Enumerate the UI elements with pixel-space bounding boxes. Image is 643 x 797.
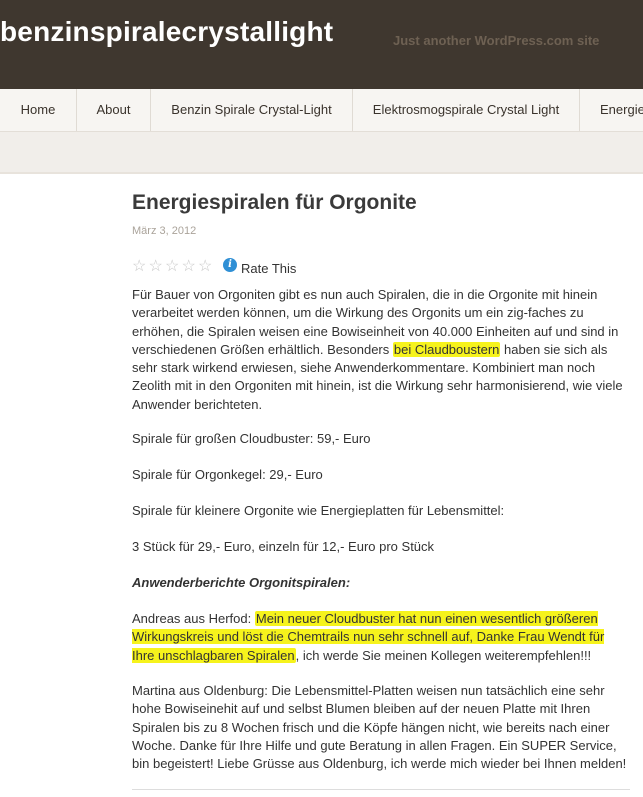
star-rating[interactable]: ☆ ☆ ☆ ☆ ☆ (132, 258, 215, 276)
nav-item-energie[interactable]: Energie (580, 89, 643, 131)
review-martina: Martina aus Oldenburg: Die Lebensmittel-… (132, 683, 627, 772)
nav-item-home[interactable]: Home (0, 89, 77, 131)
rate-this-label: Rate This (241, 261, 297, 276)
reviews-heading: Anwenderberichte Orgonitspiralen: (132, 575, 351, 590)
site-tagline: Just another WordPress.com site (393, 33, 600, 48)
review-andreas: Andreas aus Herfod: Mein neuer Cloudbust… (132, 610, 630, 665)
nav-item-about[interactable]: About (77, 89, 151, 131)
header-band (0, 132, 643, 172)
main-navigation: Home About Benzin Spirale Crystal-Light … (0, 89, 643, 132)
site-title[interactable]: benzinspiralecrystallight (0, 16, 333, 48)
review-andreas-author: Andreas aus Herfod: (132, 611, 255, 626)
review-andreas-text: , ich werde Sie meinen Kollegen weiterem… (295, 647, 592, 663)
star-icon[interactable]: ☆ (182, 259, 199, 275)
intro-highlight: bei Claudboustern (392, 341, 501, 357)
post-divider (132, 789, 630, 790)
price-line-cloudbuster: Spirale für großen Cloudbuster: 59,- Eur… (132, 431, 371, 446)
info-icon[interactable]: i (223, 258, 237, 272)
star-icon[interactable]: ☆ (165, 259, 182, 275)
price-line-orgonkegel: Spirale für Orgonkegel: 29,- Euro (132, 467, 323, 482)
nav-item-benzin-spirale[interactable]: Benzin Spirale Crystal-Light (151, 89, 353, 131)
post-date[interactable]: März 3, 2012 (132, 225, 196, 237)
price-line-bundle: 3 Stück für 29,- Euro, einzeln für 12,- … (132, 539, 435, 554)
content-divider (0, 172, 643, 174)
site-header: benzinspiralecrystallight Just another W… (0, 0, 643, 89)
star-icon[interactable]: ☆ (198, 259, 215, 275)
post-title[interactable]: Energiespiralen für Orgonite (132, 191, 417, 215)
intro-paragraph: Für Bauer von Orgoniten gibt es nun auch… (132, 286, 630, 414)
nav-item-elektrosmogspirale[interactable]: Elektrosmogspirale Crystal Light (353, 89, 580, 131)
star-icon[interactable]: ☆ (132, 259, 149, 275)
star-icon[interactable]: ☆ (149, 259, 166, 275)
price-line-small-orgonite: Spirale für kleinere Orgonite wie Energi… (132, 503, 505, 518)
